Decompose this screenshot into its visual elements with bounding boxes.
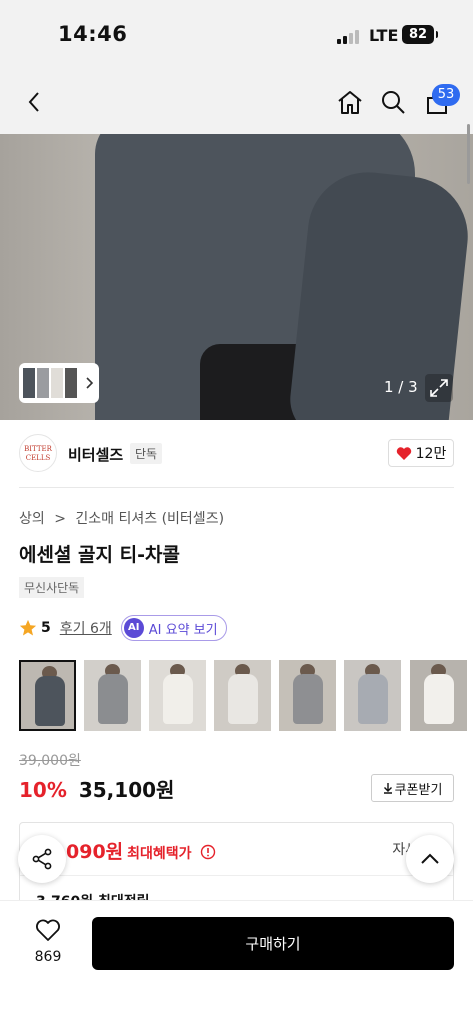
original-price: 39,000원 <box>19 753 81 769</box>
breadcrumb-separator: > <box>54 511 66 527</box>
expand-icon[interactable] <box>425 374 453 402</box>
gallery-thumb[interactable] <box>19 660 76 731</box>
gallery-thumb[interactable] <box>279 660 337 731</box>
musinsa-exclusive-tag: 무신사단독 <box>19 577 85 598</box>
product-hero-image[interactable]: 1 / 3 <box>0 134 473 420</box>
product-title: 에센셜 골지 티-차콜 <box>19 544 180 566</box>
gallery-thumb[interactable] <box>344 660 402 731</box>
buy-button[interactable]: 구매하기 <box>92 917 454 970</box>
share-icon <box>32 848 52 870</box>
heart-outline-icon <box>36 919 60 941</box>
coupon-label: 쿠폰받기 <box>394 782 443 798</box>
wishlist-count: 869 <box>34 949 62 965</box>
max-benefit-label: 최대혜택가 <box>127 846 192 862</box>
heart-filled-icon <box>396 446 411 460</box>
ai-summary-button[interactable]: AI AI 요약 보기 <box>120 615 227 641</box>
top-nav <box>0 70 473 134</box>
coupon-button[interactable]: 쿠폰받기 <box>371 774 454 802</box>
info-icon[interactable] <box>200 844 216 860</box>
sale-price: 35,100원 <box>78 778 175 802</box>
price-row: 10% 35,100원 <box>19 774 174 803</box>
image-counter: 1 / 3 <box>384 378 418 396</box>
chevron-right-icon <box>86 377 94 389</box>
gallery-thumb[interactable] <box>84 660 142 731</box>
scroll-top-button[interactable] <box>406 835 454 883</box>
divider <box>19 487 454 488</box>
brand-row: BITTER CELLS 비터셀즈 단독 12만 <box>19 434 454 474</box>
star-icon <box>19 619 37 636</box>
like-count: 12만 <box>415 446 447 462</box>
brand-name[interactable]: 비터셀즈 <box>68 444 123 465</box>
bottom-action-bar: 869 구매하기 <box>0 900 473 1024</box>
back-icon[interactable] <box>16 84 52 120</box>
max-benefit-amount: 090원 <box>66 841 124 863</box>
network-label: LTE <box>369 26 399 45</box>
share-button[interactable] <box>18 835 66 883</box>
wishlist-button[interactable]: 869 <box>19 919 77 965</box>
gallery-thumb[interactable] <box>149 660 207 731</box>
like-button[interactable]: 12만 <box>388 439 454 467</box>
rating-score: 5 <box>41 620 51 636</box>
gallery-thumb[interactable] <box>409 660 467 731</box>
scrollbar[interactable] <box>467 124 470 184</box>
download-icon <box>383 783 392 794</box>
chevron-up-icon <box>421 853 439 864</box>
search-icon[interactable] <box>375 84 411 120</box>
signal-icon <box>337 28 363 44</box>
product-gallery <box>19 660 473 731</box>
review-link[interactable]: 후기 6개 <box>60 618 112 638</box>
cart-count-badge: 53 <box>432 84 460 106</box>
status-bar: 14:46 LTE 82 <box>0 0 473 70</box>
discount-rate: 10% <box>19 778 67 802</box>
divider <box>20 875 453 876</box>
ai-badge-icon: AI <box>123 618 144 638</box>
brand-logo[interactable]: BITTER CELLS <box>19 434 57 472</box>
gallery-thumb[interactable] <box>214 660 272 731</box>
status-time: 14:46 <box>58 22 128 46</box>
ai-summary-label: AI 요약 보기 <box>148 622 218 638</box>
benefit-box: 090원최대혜택가 자세히 3,760원 최대적립 <box>19 822 454 912</box>
breadcrumb: 상의 > 긴소매 티셔츠 (비터셀즈) <box>19 508 224 528</box>
exclusive-tag: 단독 <box>130 443 163 464</box>
image-thumbnails-toggle[interactable] <box>19 363 99 403</box>
breadcrumb-subcategory[interactable]: 긴소매 티셔츠 (비터셀즈) <box>75 511 224 527</box>
max-benefit-price: 090원 최대혜택가 <box>66 837 216 864</box>
breadcrumb-category[interactable]: 상의 <box>19 511 45 527</box>
battery-icon: 82 <box>402 25 438 44</box>
rating-row: 5 후기 6개 AI AI 요약 보기 <box>19 615 227 641</box>
home-icon[interactable] <box>332 84 368 120</box>
